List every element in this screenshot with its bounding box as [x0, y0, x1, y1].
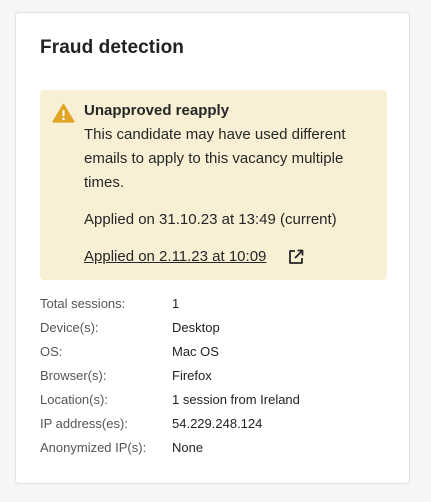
detail-label: Device(s): — [40, 320, 99, 335]
detail-label: Total sessions: — [40, 296, 126, 311]
unapproved-reapply-alert: Unapproved reapply This candidate may ha… — [40, 90, 387, 280]
card-title: Fraud detection — [40, 37, 185, 58]
current-application-text: Applied on 31.10.23 at 13:49 (current) — [84, 211, 337, 228]
alert-message: This candidate may have used different e… — [84, 126, 346, 191]
detail-row-ip-addresses: IP address(es): 54.229.248.124 — [40, 414, 387, 438]
detail-label: IP address(es): — [40, 416, 128, 431]
detail-row-browsers: Browser(s): Firefox — [40, 366, 387, 390]
detail-label: Anonymized IP(s): — [40, 440, 147, 455]
detail-value: 1 session from Ireland — [172, 392, 300, 407]
external-link-icon[interactable] — [288, 249, 304, 265]
detail-value: Desktop — [172, 320, 220, 335]
alert-title: Unapproved reapply — [84, 102, 230, 119]
detail-label: OS: — [40, 344, 63, 359]
detail-value: 1 — [172, 296, 180, 311]
detail-row-os: OS: Mac OS — [40, 342, 387, 366]
detail-label: Location(s): — [40, 392, 108, 407]
detail-value: Firefox — [172, 368, 212, 383]
detail-label: Browser(s): — [40, 368, 107, 383]
warning-icon — [52, 103, 75, 123]
detail-row-anonymized-ips: Anonymized IP(s): None — [40, 438, 387, 462]
fraud-detection-card: Fraud detection Unapproved reapply This … — [15, 12, 410, 484]
session-details: Total sessions: 1 Device(s): Desktop OS:… — [40, 294, 387, 462]
detail-row-devices: Device(s): Desktop — [40, 318, 387, 342]
detail-value: 54.229.248.124 — [172, 416, 263, 431]
other-application-link[interactable]: Applied on 2.11.23 at 10:09 — [84, 248, 266, 265]
detail-value: Mac OS — [172, 344, 219, 359]
detail-value: None — [172, 440, 204, 455]
detail-row-locations: Location(s): 1 session from Ireland — [40, 390, 387, 414]
detail-row-total-sessions: Total sessions: 1 — [40, 294, 387, 318]
